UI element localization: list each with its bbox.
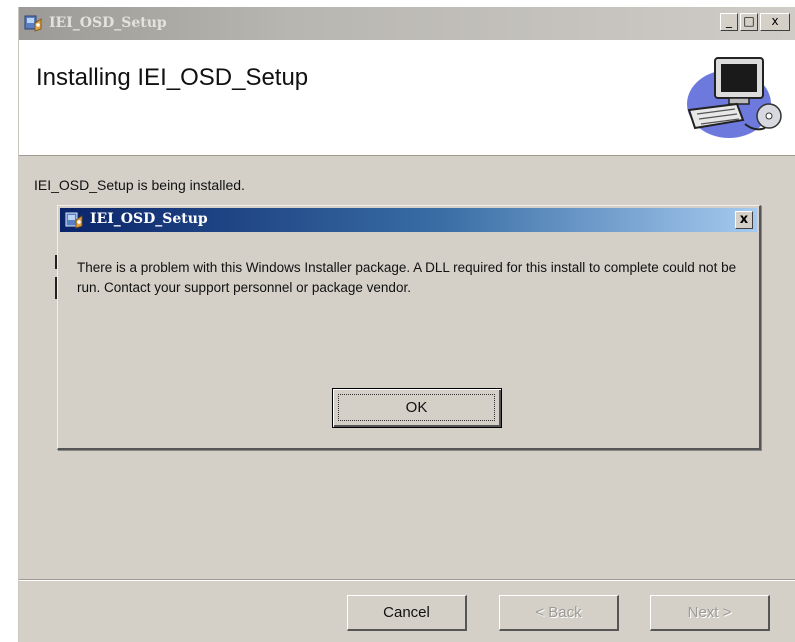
window-title: IEI_OSD_Setup — [49, 15, 167, 31]
computer-setup-icon — [687, 57, 782, 138]
error-dialog: IEI_OSD_Setup x There is a problem with … — [57, 205, 761, 450]
window-titlebar[interactable]: IEI_OSD_Setup _ □ x — [19, 7, 795, 40]
dialog-titlebar[interactable]: IEI_OSD_Setup x — [60, 208, 757, 232]
minimize-button[interactable]: _ — [720, 13, 738, 31]
footer-divider — [19, 579, 795, 581]
installer-app-icon — [65, 212, 83, 229]
next-button[interactable]: Next > — [650, 595, 770, 631]
installer-app-icon — [24, 15, 42, 32]
dialog-title: IEI_OSD_Setup — [90, 211, 208, 227]
header-title: Installing IEI_OSD_Setup — [36, 64, 309, 91]
ok-button-label: OK — [338, 394, 495, 421]
maximize-button[interactable]: □ — [740, 13, 758, 31]
cancel-button[interactable]: Cancel — [347, 595, 467, 631]
wizard-header: Installing IEI_OSD_Setup — [19, 40, 795, 156]
dialog-close-button[interactable]: x — [735, 211, 753, 229]
install-status-text: IEI_OSD_Setup is being installed. — [34, 177, 245, 193]
close-button[interactable]: x — [760, 13, 790, 31]
ok-button[interactable]: OK — [332, 388, 502, 428]
back-button[interactable]: < Back — [499, 595, 619, 631]
error-message: There is a problem with this Windows Ins… — [77, 260, 737, 295]
